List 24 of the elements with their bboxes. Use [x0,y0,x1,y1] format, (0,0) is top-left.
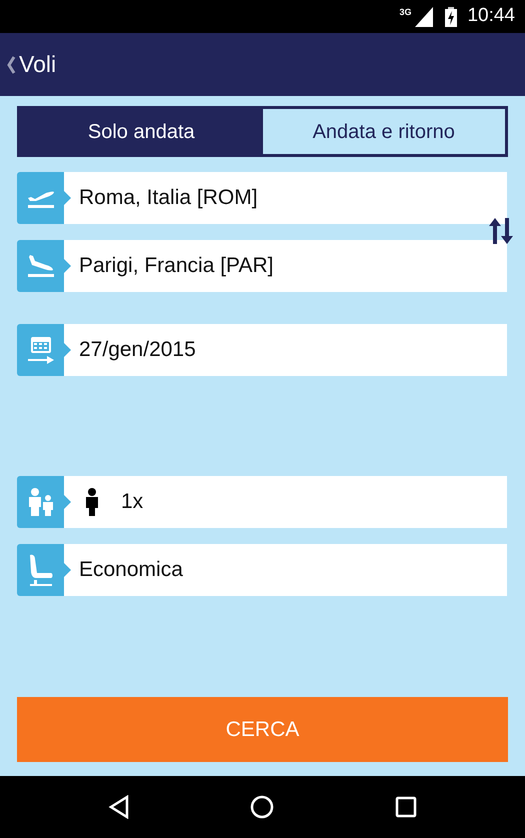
screen-title: Voli [19,50,56,80]
plane-landing-icon [26,253,56,279]
trip-type-tab[interactable]: Andata e ritorno [262,109,505,154]
clock: 10:44 [467,4,515,28]
form-field[interactable]: Parigi, Francia [PAR] [64,240,507,292]
network-label: 3G [399,6,412,19]
form-field[interactable]: 1x [64,476,507,528]
back-icon[interactable] [6,54,16,74]
field-value: Economica [79,557,183,584]
field-value: 27/gen/2015 [79,337,196,364]
form-field[interactable]: Roma, Italia [ROM] [64,172,507,224]
swap-icon[interactable] [489,218,513,244]
field-value: 1x [121,489,144,516]
home-nav-icon[interactable] [250,795,274,819]
recents-nav-icon[interactable] [394,796,417,818]
battery-icon [445,6,458,26]
person-icon [85,488,99,516]
field-value: Parigi, Francia [PAR] [79,253,274,280]
back-nav-icon[interactable] [108,795,130,819]
signal-icon [415,6,434,26]
field-value: Roma, Italia [ROM] [79,185,258,212]
form-field[interactable]: 27/gen/2015 [64,324,507,376]
form-field[interactable]: Economica [64,544,507,596]
calendar-icon [26,335,54,365]
